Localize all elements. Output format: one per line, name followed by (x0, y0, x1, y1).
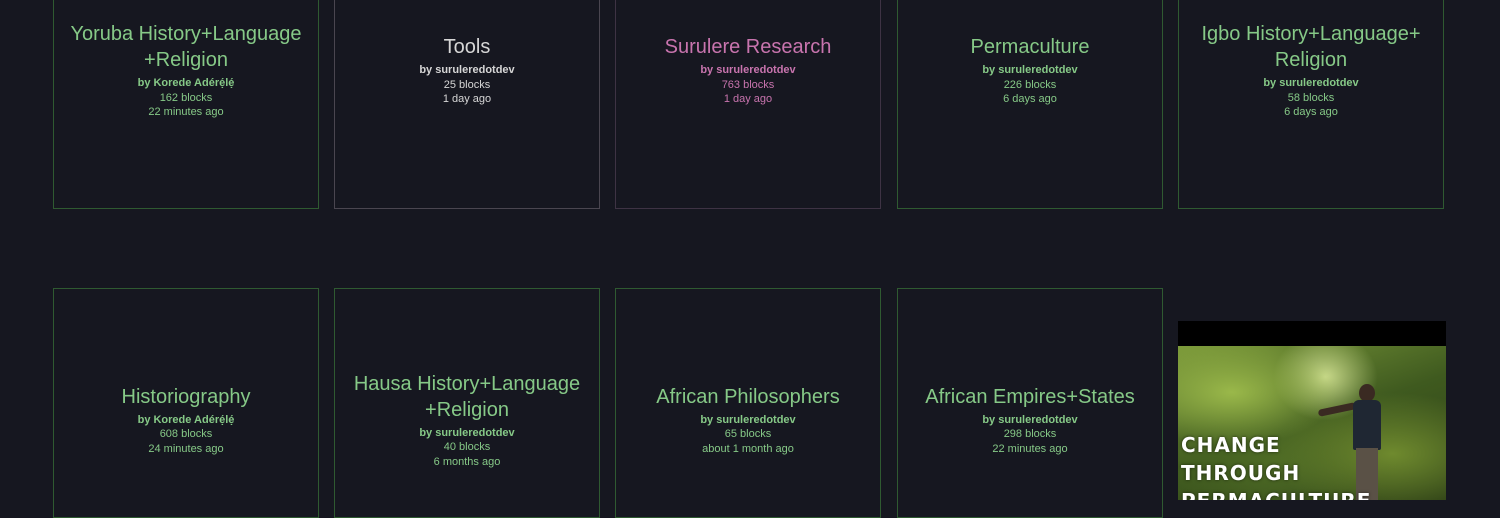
permaculture-photo: CHANGE THROUGH PERMACULTURE (1178, 346, 1446, 500)
channel-block-count: 25 blocks (443, 78, 491, 91)
channel-author: by Korede Adérẹ́lẹ́ (137, 413, 235, 426)
image-caption: CHANGE THROUGH PERMACULTURE (1181, 431, 1371, 500)
channel-block-count: 763 blocks (721, 78, 775, 91)
channel-block-count: 162 blocks (159, 91, 213, 104)
channel-title: Permaculture (970, 36, 1090, 59)
channel-updated: 22 minutes ago (992, 442, 1068, 455)
channel-title: Historiography (121, 385, 251, 408)
channel-title: Tools (443, 36, 491, 59)
channel-author: by suruleredotdev (982, 413, 1078, 426)
channel-card-permaculture[interactable]: Permaculture by suruleredotdev 226 block… (897, 0, 1163, 209)
channel-updated: 1 day ago (442, 93, 492, 106)
channel-block-count: 226 blocks (1003, 78, 1057, 91)
channel-updated: 24 minutes ago (148, 442, 224, 455)
channel-card-hausa[interactable]: Hausa History+Language+Religion by surul… (334, 288, 600, 518)
channel-block-count: 58 blocks (1287, 91, 1335, 104)
channel-author: by Korede Adérẹ́lẹ́ (137, 77, 235, 90)
channel-card-yoruba[interactable]: Yoruba History+Language+Religion by Kore… (53, 0, 319, 209)
channel-card-african-empires[interactable]: African Empires+States by suruleredotdev… (897, 288, 1163, 518)
channel-updated: 6 days ago (1003, 93, 1057, 106)
channel-updated: 22 minutes ago (148, 106, 224, 119)
channel-updated: 1 day ago (723, 93, 773, 106)
channel-block-count: 298 blocks (1003, 428, 1057, 441)
channel-updated: 6 days ago (1284, 106, 1338, 119)
channel-card-igbo[interactable]: Igbo History+Language+Religion by surule… (1178, 0, 1444, 209)
channel-author: by suruleredotdev (419, 426, 515, 439)
channel-card-surulere-research[interactable]: Surulere Research by suruleredotdev 763 … (615, 0, 881, 209)
channel-block-count: 65 blocks (724, 428, 772, 441)
channel-author: by suruleredotdev (1263, 77, 1359, 90)
caption-line: CHANGE (1181, 433, 1281, 457)
channel-title: Igbo History+Language+Religion (1201, 23, 1421, 72)
channel-author: by suruleredotdev (419, 64, 515, 77)
channel-title: Yoruba History+Language+Religion (70, 23, 302, 72)
channel-title: African Philosophers (656, 385, 840, 408)
channel-title: African Empires+States (925, 385, 1135, 408)
channel-block-count: 40 blocks (443, 441, 491, 454)
channel-author: by suruleredotdev (700, 413, 796, 426)
channel-author: by suruleredotdev (700, 64, 796, 77)
channel-card-tools[interactable]: Tools by suruleredotdev 25 blocks 1 day … (334, 0, 600, 209)
caption-line: PERMACULTURE (1181, 487, 1371, 500)
channel-updated: about 1 month ago (702, 442, 794, 455)
channel-block-count: 608 blocks (159, 428, 213, 441)
channel-author: by suruleredotdev (982, 64, 1078, 77)
channel-card-historiography[interactable]: Historiography by Korede Adérẹ́lẹ́ 608 b… (53, 288, 319, 518)
caption-line: THROUGH (1181, 461, 1301, 485)
channel-title: Surulere Research (664, 36, 832, 59)
channel-title: Hausa History+Language+Religion (353, 372, 581, 421)
image-block-permaculture[interactable]: CHANGE THROUGH PERMACULTURE (1178, 321, 1446, 500)
channel-updated: 6 months ago (433, 455, 501, 468)
channel-card-african-philosophers[interactable]: African Philosophers by suruleredotdev 6… (615, 288, 881, 518)
